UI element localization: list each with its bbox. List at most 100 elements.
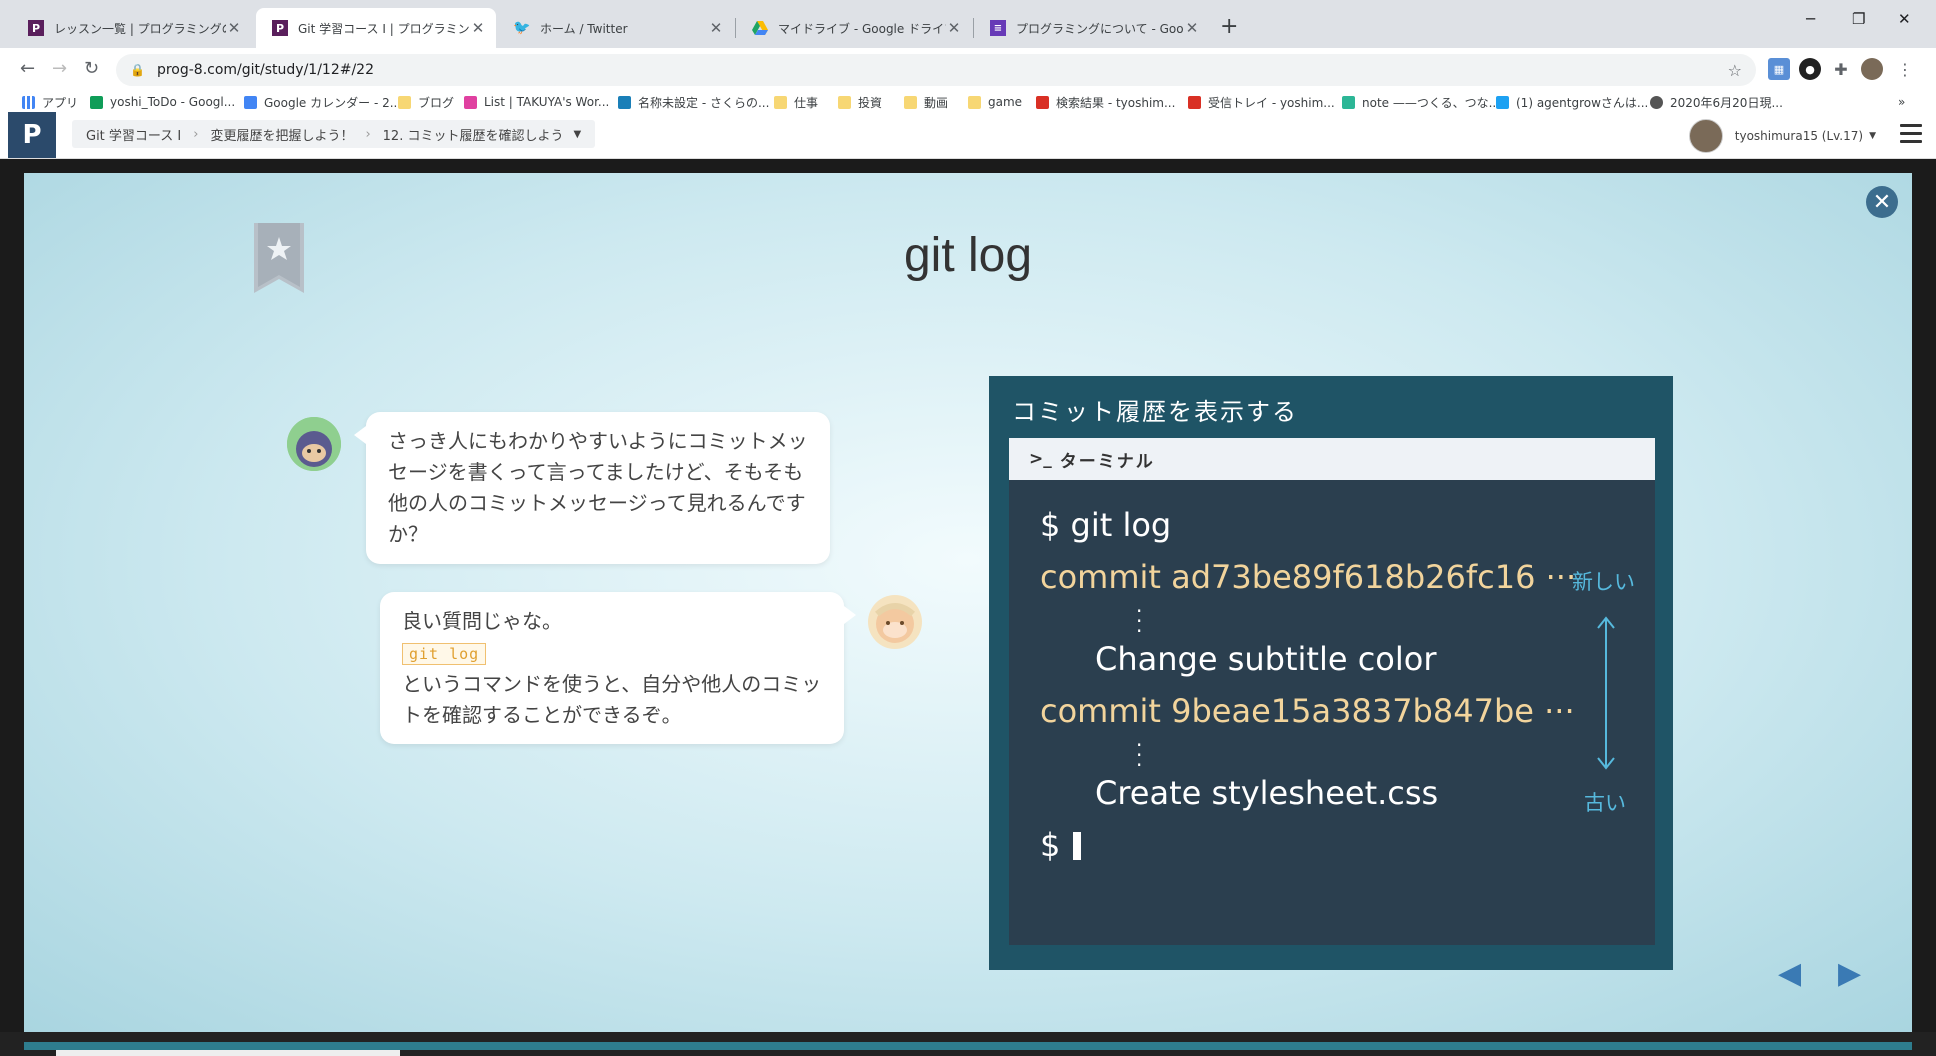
breadcrumb-chapter[interactable]: 変更履歴を把握しよう！ — [210, 125, 353, 144]
bookmark-item[interactable]: 名称未設定 - さくらの... — [618, 92, 769, 112]
extension-chat-icon[interactable]: ● — [1799, 58, 1821, 80]
bookmarks-bar: アプリ yoshi_ToDo - Googl... Google カレンダー -… — [0, 92, 1936, 112]
minimize-button[interactable]: ─ — [1806, 10, 1815, 28]
google-drive-icon — [752, 20, 768, 36]
calendar-icon — [244, 95, 257, 109]
slide-title: git log — [903, 229, 1033, 282]
sakura-icon — [618, 95, 631, 109]
reload-icon[interactable]: ↻ — [84, 58, 99, 79]
bookmark-apps[interactable]: アプリ — [22, 92, 78, 112]
dialog-text: さっき人にもわかりやすいようにコミットメッセージを書くって言ってましたけど、そも… — [388, 429, 808, 546]
terminal-label: ターミナル — [1059, 451, 1155, 472]
bookmark-item[interactable]: List | TAKUYA's Wor... — [464, 92, 609, 112]
panel-title: コミット履歴を表示する — [1012, 398, 1298, 426]
folder-icon — [774, 95, 787, 109]
folder-icon — [904, 95, 917, 109]
browser-toolbar: ← → ↻ 🔒 prog-8.com/git/study/1/12#/22 ☆ … — [0, 48, 1936, 92]
timeline-arrow-icon — [1596, 614, 1616, 776]
ellipsis-vertical-icon: · · · — [1136, 599, 1143, 643]
sheets-icon — [90, 95, 103, 109]
bookmark-folder[interactable]: 投資 — [838, 92, 882, 112]
bookmark-folder[interactable]: ブログ — [398, 92, 454, 112]
lock-icon: 🔒 — [130, 63, 145, 77]
bookmark-item[interactable]: 受信トレイ - yoshim... — [1188, 92, 1335, 112]
forward-arrow-icon[interactable]: → — [52, 58, 67, 79]
menu-dots-icon[interactable]: ⋮ — [1894, 58, 1916, 80]
progate-favicon-icon: P — [28, 20, 44, 36]
previous-slide-arrow-icon[interactable]: ◀ — [1778, 956, 1801, 991]
progress-bar — [24, 1042, 1912, 1050]
close-tab-icon[interactable]: ✕ — [226, 19, 242, 37]
chevron-right-icon: › — [365, 126, 371, 142]
footer-strip — [56, 1050, 400, 1056]
avatar — [1688, 119, 1723, 153]
tab-label: ホーム / Twitter — [540, 21, 628, 36]
note-icon — [1342, 95, 1355, 109]
tab-git-course[interactable]: P Git 学習コース I | プログラミングの入門 ✕ — [256, 8, 496, 48]
apps-grid-icon — [22, 95, 35, 109]
terminal-commit-2: commit 9beae15a3837b847be ··· — [1040, 692, 1575, 730]
close-slide-button[interactable]: ✕ — [1866, 186, 1898, 218]
terminal-cursor — [1073, 832, 1081, 860]
page-bottom-bar — [0, 1032, 1936, 1056]
caret-down-icon[interactable]: ▼ — [573, 129, 581, 140]
bookmark-folder[interactable]: 動画 — [904, 92, 948, 112]
next-slide-arrow-icon[interactable]: ▶ — [1838, 956, 1861, 991]
tab-twitter[interactable]: 🐦 ホーム / Twitter ✕ — [498, 8, 734, 48]
bookmark-item[interactable]: note ——つくる、つな... — [1342, 92, 1500, 112]
terminal-message-1: Change subtitle color — [1095, 640, 1437, 678]
twitter-bird-icon — [1496, 95, 1509, 109]
dialog-text: 良い質問じゃな。 — [402, 609, 562, 633]
bookmark-item[interactable]: 2020年6月20日現... — [1650, 92, 1783, 112]
globe-icon — [1650, 95, 1663, 109]
bookmark-item[interactable]: (1) agentgrowさんは... — [1496, 92, 1648, 112]
close-window-button[interactable]: ✕ — [1898, 10, 1911, 28]
dialog-bubble-answer: 良い質問じゃな。 git log というコマンドを使うと、自分や他人のコミットを… — [380, 592, 856, 744]
breadcrumb-lesson[interactable]: 12. コミット履歴を確認しよう — [383, 125, 564, 144]
extensions-puzzle-icon[interactable]: ✚ — [1830, 58, 1852, 80]
bookmark-item[interactable]: 検索結果 - tyoshim... — [1036, 92, 1175, 112]
twitter-bird-icon: 🐦 — [513, 20, 531, 36]
site-header: P Git 学習コース I › 変更履歴を把握しよう！ › 12. コミット履歴… — [0, 112, 1936, 159]
back-arrow-icon[interactable]: ← — [20, 58, 35, 79]
hamburger-menu-icon[interactable] — [1900, 124, 1922, 148]
close-tab-icon[interactable]: ✕ — [946, 19, 962, 37]
progate-logo[interactable]: P — [8, 112, 56, 158]
tab-label: マイドライブ - Google ドライブ — [778, 21, 946, 36]
close-tab-icon[interactable]: ✕ — [1184, 19, 1200, 37]
user-menu[interactable]: tyoshimura15 (Lv.17) ▼ — [1688, 119, 1876, 153]
chevron-right-icon: › — [193, 126, 199, 142]
bookmark-item[interactable]: Google カレンダー - 2... — [244, 92, 401, 112]
gmail-icon — [1188, 95, 1201, 109]
list-icon — [464, 95, 477, 109]
profile-avatar[interactable] — [1861, 58, 1883, 80]
tab-label: Git 学習コース I | プログラミングの入門 — [298, 21, 470, 36]
older-label: 古い — [1584, 791, 1626, 815]
restore-button[interactable]: ❐ — [1852, 10, 1865, 28]
dialog-text: というコマンドを使うと、自分や他人のコミットを確認することができるぞ。 — [402, 672, 822, 727]
ellipsis-vertical-icon: · · · — [1136, 733, 1143, 777]
more-bookmarks-icon[interactable]: » — [1898, 92, 1905, 112]
user-name: tyoshimura15 (Lv.17) — [1734, 129, 1864, 143]
terminal-message-2: Create stylesheet.css — [1095, 774, 1439, 812]
google-forms-icon: ≡ — [990, 20, 1006, 36]
close-tab-icon[interactable]: ✕ — [470, 19, 486, 37]
bookmark-folder[interactable]: 仕事 — [774, 92, 818, 112]
tab-lessons[interactable]: P レッスン一覧 | プログラミングの入門な ✕ — [12, 8, 252, 48]
folder-icon — [968, 95, 981, 109]
bookmark-item[interactable]: yoshi_ToDo - Googl... — [90, 92, 235, 112]
gmail-icon — [1036, 95, 1049, 109]
tab-google-drive[interactable]: マイドライブ - Google ドライブ ✕ — [736, 8, 972, 48]
bookmark-folder[interactable]: game — [968, 92, 1022, 112]
new-tab-button[interactable]: + — [1220, 14, 1238, 39]
extension-calendar-icon[interactable]: ▦ — [1768, 58, 1790, 80]
tab-google-forms[interactable]: ≡ プログラミングについて - Google フォー ✕ — [974, 8, 1210, 48]
address-bar[interactable]: 🔒 prog-8.com/git/study/1/12#/22 ☆ — [116, 54, 1756, 86]
student-avatar — [287, 417, 341, 471]
terminal-command: $ git log — [1040, 506, 1172, 544]
sheep-teacher-avatar — [867, 594, 923, 650]
tab-label: レッスン一覧 | プログラミングの入門な — [54, 21, 226, 36]
bookmark-star-icon[interactable]: ☆ — [1728, 61, 1742, 80]
breadcrumb-course[interactable]: Git 学習コース I — [86, 125, 181, 144]
close-tab-icon[interactable]: ✕ — [708, 19, 724, 37]
